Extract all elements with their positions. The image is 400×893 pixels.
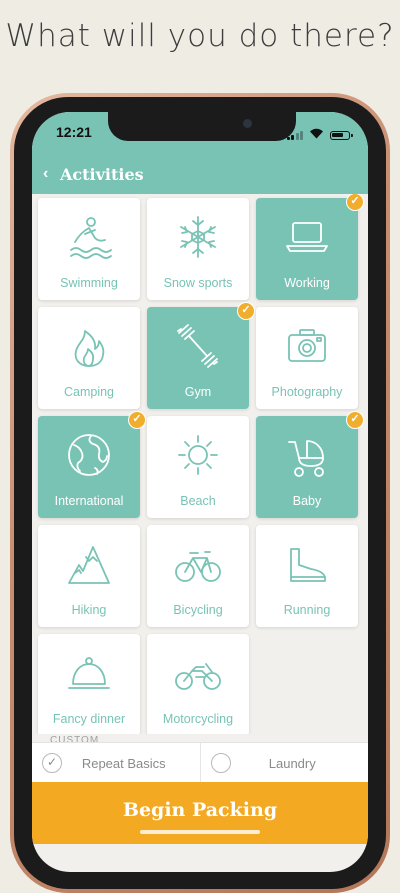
shoe-icon — [279, 539, 335, 589]
activity-tile-motorcycling[interactable]: Motorcycling — [147, 634, 249, 734]
empty-circle-icon[interactable] — [210, 753, 231, 773]
activity-label: Gym — [184, 385, 212, 399]
activity-tile-camping[interactable]: Camping — [38, 307, 140, 409]
activity-label: Beach — [180, 494, 216, 508]
phone-screen: 12:21 ‹ Activities Swimming Snow sports Wo… — [32, 112, 368, 872]
activity-label: Fancy dinner — [52, 712, 126, 726]
selected-check-icon: ✓ — [237, 302, 255, 320]
camera-icon — [279, 321, 335, 371]
activity-label: Camping — [63, 385, 115, 399]
activity-tile-hiking[interactable]: Hiking — [38, 525, 140, 627]
activity-tile-baby[interactable]: Baby ✓ — [256, 411, 364, 518]
begin-packing-button[interactable]: Begin Packing — [32, 782, 368, 844]
activity-label: Bicycling — [173, 603, 223, 617]
selected-check-icon: ✓ — [346, 194, 364, 211]
check-circle-icon[interactable]: ✓ — [42, 753, 62, 773]
activity-tile-photography[interactable]: Photography — [256, 307, 358, 409]
custom-item-laundry[interactable]: Laundry — [199, 743, 369, 783]
activity-label: Baby — [292, 494, 322, 508]
activity-tile-beach[interactable]: Beach — [147, 416, 249, 518]
laptop-icon — [279, 212, 335, 262]
nav-title[interactable]: Activities — [60, 165, 144, 184]
activity-label: Motorcycling — [162, 712, 234, 726]
globe-icon — [61, 430, 117, 480]
front-camera — [243, 119, 252, 128]
activity-label: Hiking — [71, 603, 107, 617]
headline: What will you do there? — [5, 18, 395, 54]
activity-tile-swimming[interactable]: Swimming — [38, 198, 140, 300]
activity-tile-international[interactable]: International ✓ — [38, 411, 146, 518]
home-indicator — [140, 830, 260, 834]
notch — [108, 112, 296, 141]
custom-bar: ✓ Repeat Basics Laundry — [32, 742, 368, 783]
activity-tile-running[interactable]: Running — [256, 525, 358, 627]
nav-bar: ‹ Activities — [32, 156, 368, 194]
sun-icon — [170, 430, 226, 480]
selected-check-icon: ✓ — [346, 411, 364, 429]
activity-label: Running — [283, 603, 331, 617]
activity-tile-working[interactable]: Working ✓ — [256, 194, 364, 300]
chevron-left-icon[interactable]: ‹ — [43, 165, 48, 183]
cloche-icon — [61, 648, 117, 698]
swimmer-icon — [61, 212, 117, 262]
status-time: 12:21 — [56, 124, 92, 140]
wifi-icon — [309, 126, 324, 144]
custom-item-repeat-basics[interactable]: ✓ Repeat Basics — [32, 743, 200, 783]
activity-label: Photography — [271, 385, 343, 399]
bicycle-icon — [170, 539, 226, 589]
motorcycle-icon — [170, 648, 226, 698]
status-icons — [286, 126, 353, 144]
dumbbell-icon — [170, 321, 226, 371]
selected-check-icon: ✓ — [128, 411, 146, 429]
activity-label: Swimming — [60, 276, 118, 290]
activity-label: Snow sports — [163, 276, 233, 290]
snowflake-icon — [170, 212, 226, 262]
activity-tile-snow-sports[interactable]: Snow sports — [147, 198, 249, 300]
battery-icon — [330, 130, 353, 140]
activities-content: Swimming Snow sports Working ✓ Camping Gym ✓ Ph… — [32, 194, 368, 734]
stroller-icon — [279, 430, 335, 480]
activity-label: Working — [284, 276, 330, 290]
activity-tile-bicycling[interactable]: Bicycling — [147, 525, 249, 627]
activity-tile-gym[interactable]: Gym ✓ — [147, 302, 255, 409]
mountain-icon — [61, 539, 117, 589]
activities-grid: Swimming Snow sports Working ✓ Camping Gym ✓ Ph… — [38, 194, 364, 734]
fire-icon — [61, 321, 117, 371]
activity-tile-fancy-dinner[interactable]: Fancy dinner — [38, 634, 140, 734]
activity-label: International — [54, 494, 124, 508]
